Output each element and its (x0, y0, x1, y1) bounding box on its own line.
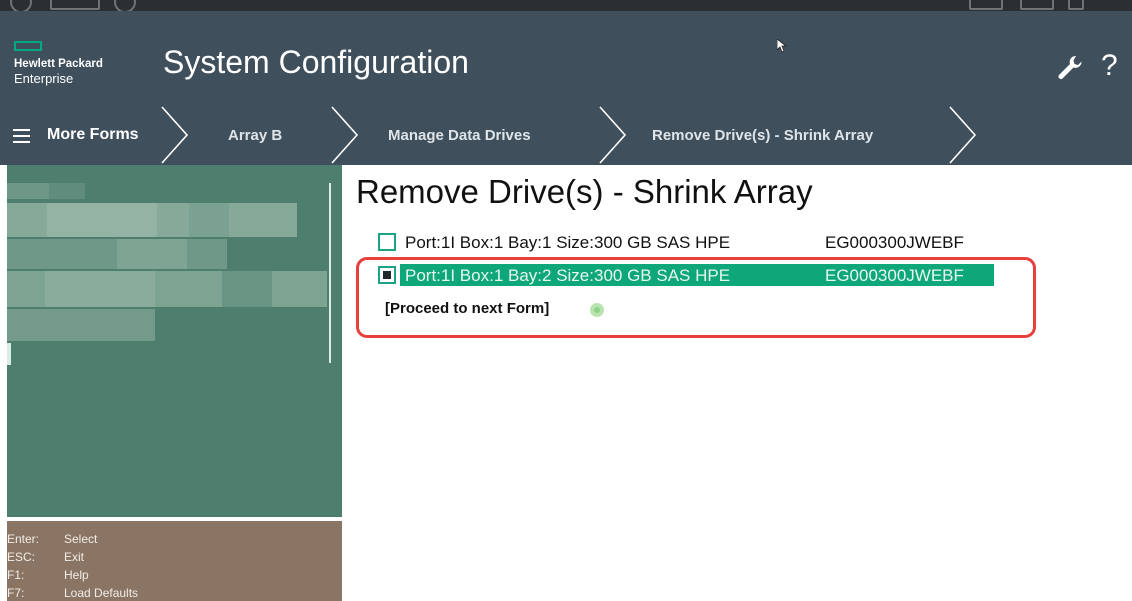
breadcrumb-item-remove-drives[interactable]: Remove Drive(s) - Shrink Array (652, 127, 873, 144)
hint-key: Enter: (7, 532, 40, 546)
obscured-content (7, 309, 155, 341)
hpe-logo-rectangle-icon (14, 41, 42, 51)
hint-action: Help (64, 568, 89, 582)
window-control-icon[interactable] (114, 0, 136, 11)
hint-action: Select (64, 532, 98, 546)
app-title: System Configuration (163, 44, 469, 80)
hint-action: Exit (64, 550, 85, 564)
breadcrumb-separator-icon (331, 106, 359, 164)
obscured-content (117, 239, 187, 269)
logo-line-enterprise: Enterprise (14, 71, 74, 86)
breadcrumb-separator-icon (161, 106, 189, 164)
window-control-icon[interactable] (50, 0, 100, 10)
drive-checkbox[interactable] (378, 233, 396, 251)
breadcrumb-separator-icon (949, 106, 977, 164)
logo-line-company: Hewlett Packard (14, 58, 103, 70)
hint-action: Load Defaults (64, 586, 139, 600)
obscured-content (7, 183, 49, 199)
drive-model: EG000300JWEBF (825, 233, 964, 252)
scrollbar[interactable] (329, 183, 331, 363)
help-icon[interactable]: ? (1101, 51, 1118, 81)
breadcrumb-item-array-b[interactable]: Array B (228, 127, 282, 144)
maximize-icon[interactable] (1020, 0, 1054, 10)
page-title: Remove Drive(s) - Shrink Array (356, 173, 813, 210)
hpe-logo: Hewlett Packard Enterprise (14, 41, 144, 101)
obscured-content (49, 183, 85, 199)
breadcrumb-separator-icon (599, 106, 627, 164)
hint-key: F1: (7, 568, 25, 582)
obscured-content (189, 203, 229, 237)
app-header: Hewlett Packard Enterprise System Config… (0, 11, 1132, 105)
restore-icon[interactable] (1068, 0, 1084, 10)
window-control-icon[interactable] (10, 0, 32, 11)
drive-info: Port:1I Box:1 Bay:1 Size:300 GB SAS HPE (405, 233, 731, 252)
breadcrumb: More Forms Array B Manage Data Drives Re… (0, 105, 1132, 165)
mouse-pointer-icon (777, 39, 787, 53)
breadcrumb-item-manage-data-drives[interactable]: Manage Data Drives (388, 127, 531, 144)
hint-key: ESC: (7, 550, 36, 564)
obscured-content (45, 271, 155, 307)
hint-key: F7: (7, 586, 25, 600)
hamburger-menu-icon[interactable] (13, 129, 30, 143)
obscured-content (47, 203, 157, 237)
minimize-icon[interactable] (969, 0, 1003, 10)
left-panel (7, 165, 342, 517)
annotation-highlight-box (356, 257, 1036, 338)
more-forms-label[interactable]: More Forms (47, 126, 139, 144)
obscured-content (222, 271, 272, 307)
key-hints-panel: Enter: Select ESC: Exit F1: Help F7: Loa… (7, 521, 342, 601)
obscured-content (7, 343, 11, 365)
wrench-icon[interactable] (1056, 53, 1084, 81)
top-window-strip (0, 0, 1132, 11)
